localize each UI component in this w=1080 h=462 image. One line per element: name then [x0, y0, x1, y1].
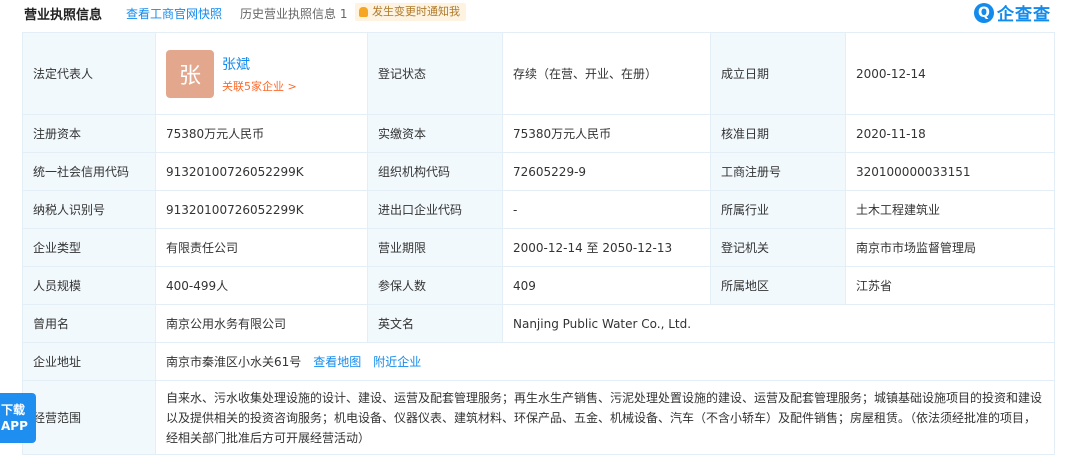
license-info-table: 法定代表人 张 张斌 关联5家企业 > 登记状态 存续（在营、开业、在册） 成立… — [22, 32, 1055, 455]
value-import-export-code: - — [502, 190, 711, 229]
legal-rep-name-link[interactable]: 张斌 — [222, 54, 297, 74]
section-header: 营业执照信息 查看工商官网快照 历史营业执照信息 1 发生变更时通知我 — [0, 0, 1080, 26]
value-registered-capital: 75380万元人民币 — [155, 114, 368, 153]
table-row: 企业地址 南京市秦淮区小水关61号 查看地图 附近企业 — [22, 342, 1055, 381]
bell-icon — [359, 7, 368, 17]
table-row: 经营范围 自来水、污水收集处理设施的设计、建设、运营及配套管理服务；再生水生产销… — [22, 380, 1055, 455]
view-map-link[interactable]: 查看地图 — [313, 355, 361, 369]
address-cell: 南京市秦淮区小水关61号 查看地图 附近企业 — [155, 342, 1055, 381]
value-insured-count: 409 — [502, 266, 711, 305]
value-business-scope: 自来水、污水收集处理设施的设计、建设、运营及配套管理服务；再生水生产销售、污泥处… — [155, 380, 1055, 455]
value-registration-authority: 南京市市场监督管理局 — [845, 228, 1055, 267]
notify-label: 发生变更时通知我 — [372, 5, 460, 18]
label-credit-code: 统一社会信用代码 — [22, 152, 156, 191]
value-english-name: Nanjing Public Water Co., Ltd. — [502, 304, 1055, 343]
download-app-line1: 下载 — [1, 403, 26, 417]
value-business-term: 2000-12-14 至 2050-12-13 — [502, 228, 711, 267]
value-company-type: 有限责任公司 — [155, 228, 368, 267]
label-established: 成立日期 — [710, 32, 846, 115]
label-region: 所属地区 — [710, 266, 846, 305]
value-staff-size: 400-499人 — [155, 266, 368, 305]
table-row: 曾用名 南京公用水务有限公司 英文名 Nanjing Public Water … — [22, 304, 1055, 343]
qichacha-logo[interactable]: Q 企查查 — [974, 0, 1051, 25]
table-row: 法定代表人 张 张斌 关联5家企业 > 登记状态 存续（在营、开业、在册） 成立… — [22, 32, 1055, 115]
official-snapshot-link[interactable]: 查看工商官网快照 — [126, 5, 222, 22]
related-companies-link[interactable]: 关联5家企业 > — [222, 78, 297, 94]
value-region: 江苏省 — [845, 266, 1055, 305]
value-address: 南京市秦淮区小水关61号 — [166, 355, 302, 369]
label-registered-capital: 注册资本 — [22, 114, 156, 153]
history-license-link[interactable]: 历史营业执照信息 1 — [240, 5, 347, 22]
notify-on-change-button[interactable]: 发生变更时通知我 — [355, 3, 466, 21]
label-former-name: 曾用名 — [22, 304, 156, 343]
nearby-companies-link[interactable]: 附近企业 — [373, 355, 421, 369]
label-staff-size: 人员规模 — [22, 266, 156, 305]
label-import-export-code: 进出口企业代码 — [367, 190, 503, 229]
label-company-type: 企业类型 — [22, 228, 156, 267]
label-paid-capital: 实缴资本 — [367, 114, 503, 153]
label-industry: 所属行业 — [710, 190, 846, 229]
value-approval-date: 2020-11-18 — [845, 114, 1055, 153]
label-approval-date: 核准日期 — [710, 114, 846, 153]
label-business-term: 营业期限 — [367, 228, 503, 267]
label-address: 企业地址 — [22, 342, 156, 381]
label-org-code: 组织机构代码 — [367, 152, 503, 191]
value-reg-number: 320100000033151 — [845, 152, 1055, 191]
table-row: 企业类型 有限责任公司 营业期限 2000-12-14 至 2050-12-13… — [22, 228, 1055, 267]
label-legal-rep: 法定代表人 — [22, 32, 156, 115]
value-industry: 土木工程建筑业 — [845, 190, 1055, 229]
label-registration-authority: 登记机关 — [710, 228, 846, 267]
label-insured-count: 参保人数 — [367, 266, 503, 305]
table-row: 纳税人识别号 91320100726052299K 进出口企业代码 - 所属行业… — [22, 190, 1055, 229]
value-former-name: 南京公用水务有限公司 — [155, 304, 368, 343]
label-taxpayer-id: 纳税人识别号 — [22, 190, 156, 229]
value-taxpayer-id: 91320100726052299K — [155, 190, 368, 229]
table-row: 人员规模 400-499人 参保人数 409 所属地区 江苏省 — [22, 266, 1055, 305]
value-org-code: 72605229-9 — [502, 152, 711, 191]
download-app-button[interactable]: 下载 APP — [0, 393, 36, 443]
avatar: 张 — [166, 49, 214, 98]
section-title: 营业执照信息 — [24, 8, 103, 23]
value-established: 2000-12-14 — [845, 32, 1055, 115]
value-status: 存续（在营、开业、在册） — [502, 32, 711, 115]
table-row: 注册资本 75380万元人民币 实缴资本 75380万元人民币 核准日期 202… — [22, 114, 1055, 153]
legal-rep-cell: 张 张斌 关联5家企业 > — [155, 32, 368, 115]
logo-icon: Q — [974, 2, 994, 23]
value-credit-code: 91320100726052299K — [155, 152, 368, 191]
download-app-line2: APP — [1, 419, 28, 433]
label-english-name: 英文名 — [367, 304, 503, 343]
value-paid-capital: 75380万元人民币 — [502, 114, 711, 153]
logo-name: 企查查 — [997, 5, 1051, 25]
label-status: 登记状态 — [367, 32, 503, 115]
label-reg-number: 工商注册号 — [710, 152, 846, 191]
table-row: 统一社会信用代码 91320100726052299K 组织机构代码 72605… — [22, 152, 1055, 191]
label-business-scope: 经营范围 — [22, 380, 156, 455]
